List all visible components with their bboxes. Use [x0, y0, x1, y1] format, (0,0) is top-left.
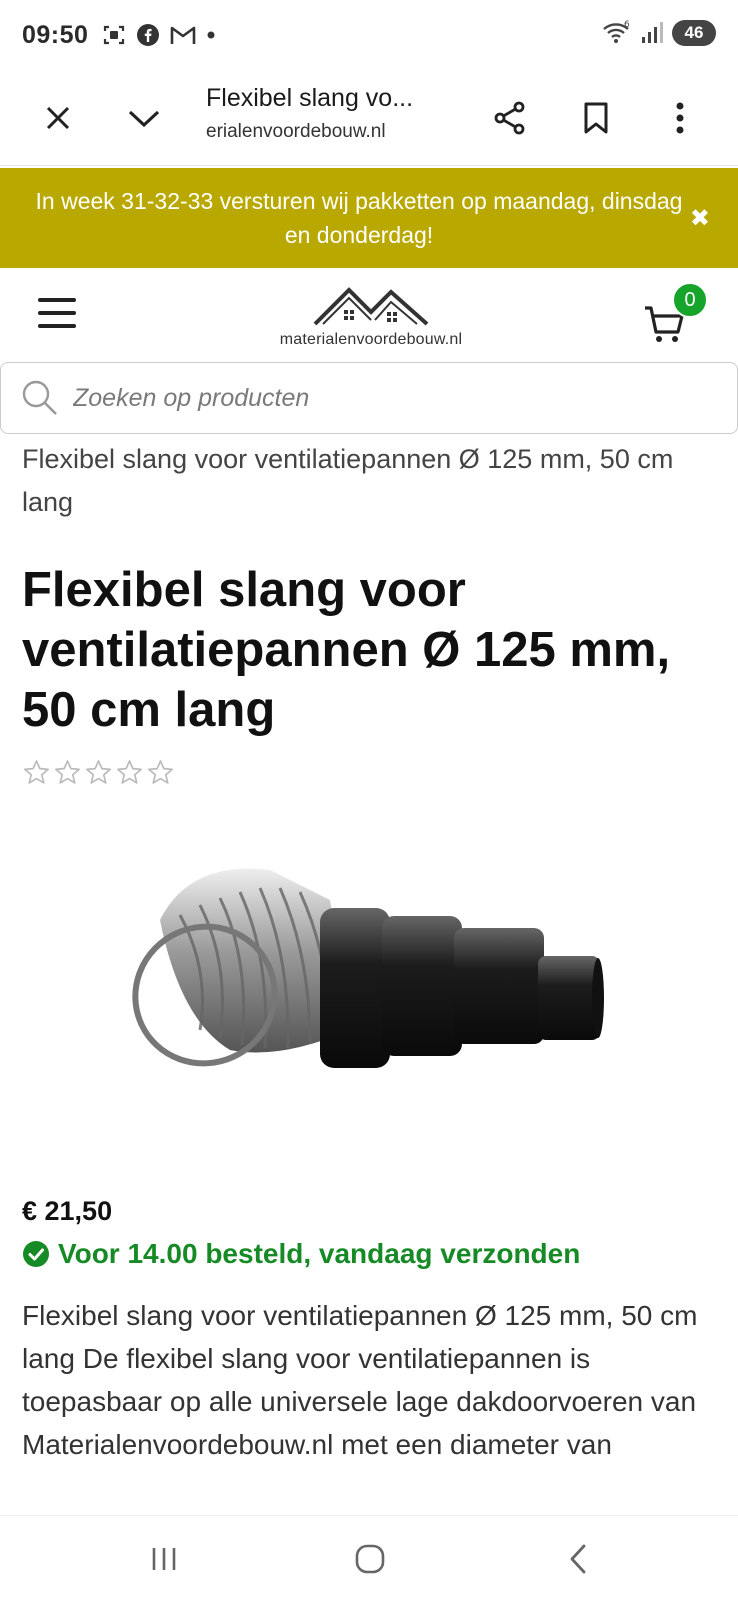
page-url: erialenvoordebouw.nl [206, 121, 386, 142]
site-header: materialenvoordebouw.nl 0 [0, 268, 738, 362]
announcement-close-icon[interactable]: ✖ [690, 204, 710, 233]
site-logo[interactable]: materialenvoordebouw.nl [266, 284, 476, 349]
bookmark-button[interactable] [568, 90, 624, 146]
bookmark-icon [584, 102, 608, 134]
home-button[interactable] [340, 1538, 400, 1580]
breadcrumb: Flexibel slang voor ventilatiepannen Ø 1… [22, 444, 674, 517]
announcement-text: In week 31-32-33 versturen wij pakketten… [35, 188, 683, 248]
svg-text:6: 6 [624, 20, 630, 30]
rating-stars [22, 758, 175, 787]
status-time: 09:50 [22, 20, 89, 49]
search-icon [22, 380, 57, 415]
dot-icon [207, 31, 215, 39]
product-image[interactable] [120, 860, 620, 1100]
page-info[interactable]: Flexibel slang vo... erialenvoordebouw.n… [206, 84, 456, 143]
search-bar[interactable] [0, 362, 738, 434]
shipping-notice: Voor 14.00 besteld, vandaag verzonden [22, 1238, 580, 1270]
logo-text: materialenvoordebouw.nl [279, 331, 463, 348]
chevron-down-icon [128, 110, 160, 128]
star-icon [117, 760, 142, 784]
facebook-icon [137, 24, 160, 46]
cart-count-badge: 0 [672, 282, 708, 318]
announcement-bar: In week 31-32-33 versturen wij pakketten… [0, 168, 738, 268]
browser-toolbar: Flexibel slang vo... erialenvoordebouw.n… [0, 70, 738, 166]
tab-title: Flexibel slang vo... [206, 84, 414, 112]
star-icon [24, 760, 49, 784]
collapse-button[interactable] [116, 90, 172, 146]
home-icon [355, 1544, 385, 1574]
close-icon [46, 106, 70, 130]
status-notification-icons [102, 23, 216, 47]
more-options-button[interactable] [652, 90, 708, 146]
check-circle-icon [23, 1241, 49, 1267]
product-title: Flexibel slang voor ventilatiepannen Ø 1… [22, 563, 671, 737]
wifi-icon: 6 [603, 20, 630, 43]
close-tab-button[interactable] [30, 90, 86, 146]
cart-button[interactable]: 0 [645, 282, 708, 348]
gmail-icon [171, 26, 196, 44]
star-icon [55, 760, 80, 784]
back-icon [570, 1544, 586, 1574]
screenshot-icon [104, 25, 125, 45]
star-icon [86, 760, 111, 784]
product-description: Flexibel slang voor ventilatiepannen Ø 1… [22, 1300, 698, 1460]
star-icon [148, 760, 173, 784]
system-navigation-bar [0, 1515, 738, 1600]
status-bar: 09:50 6 46 [0, 0, 738, 70]
status-system-icons: 6 46 [602, 20, 716, 46]
recent-apps-button[interactable] [134, 1538, 194, 1580]
battery-indicator: 46 [672, 20, 716, 46]
recent-apps-icon [152, 1548, 176, 1570]
share-button[interactable] [482, 90, 538, 146]
back-button[interactable] [548, 1538, 608, 1580]
signal-icon [642, 22, 663, 43]
more-vert-icon [676, 102, 684, 134]
share-icon [494, 101, 525, 135]
flexible-hose-illustration [132, 868, 604, 1068]
menu-icon[interactable] [38, 298, 76, 328]
shipping-text: Voor 14.00 besteld, vandaag verzonden [58, 1238, 581, 1269]
house-logo-icon [313, 287, 429, 326]
product-price: € 21,50 [22, 1196, 113, 1226]
search-input[interactable] [73, 383, 673, 413]
